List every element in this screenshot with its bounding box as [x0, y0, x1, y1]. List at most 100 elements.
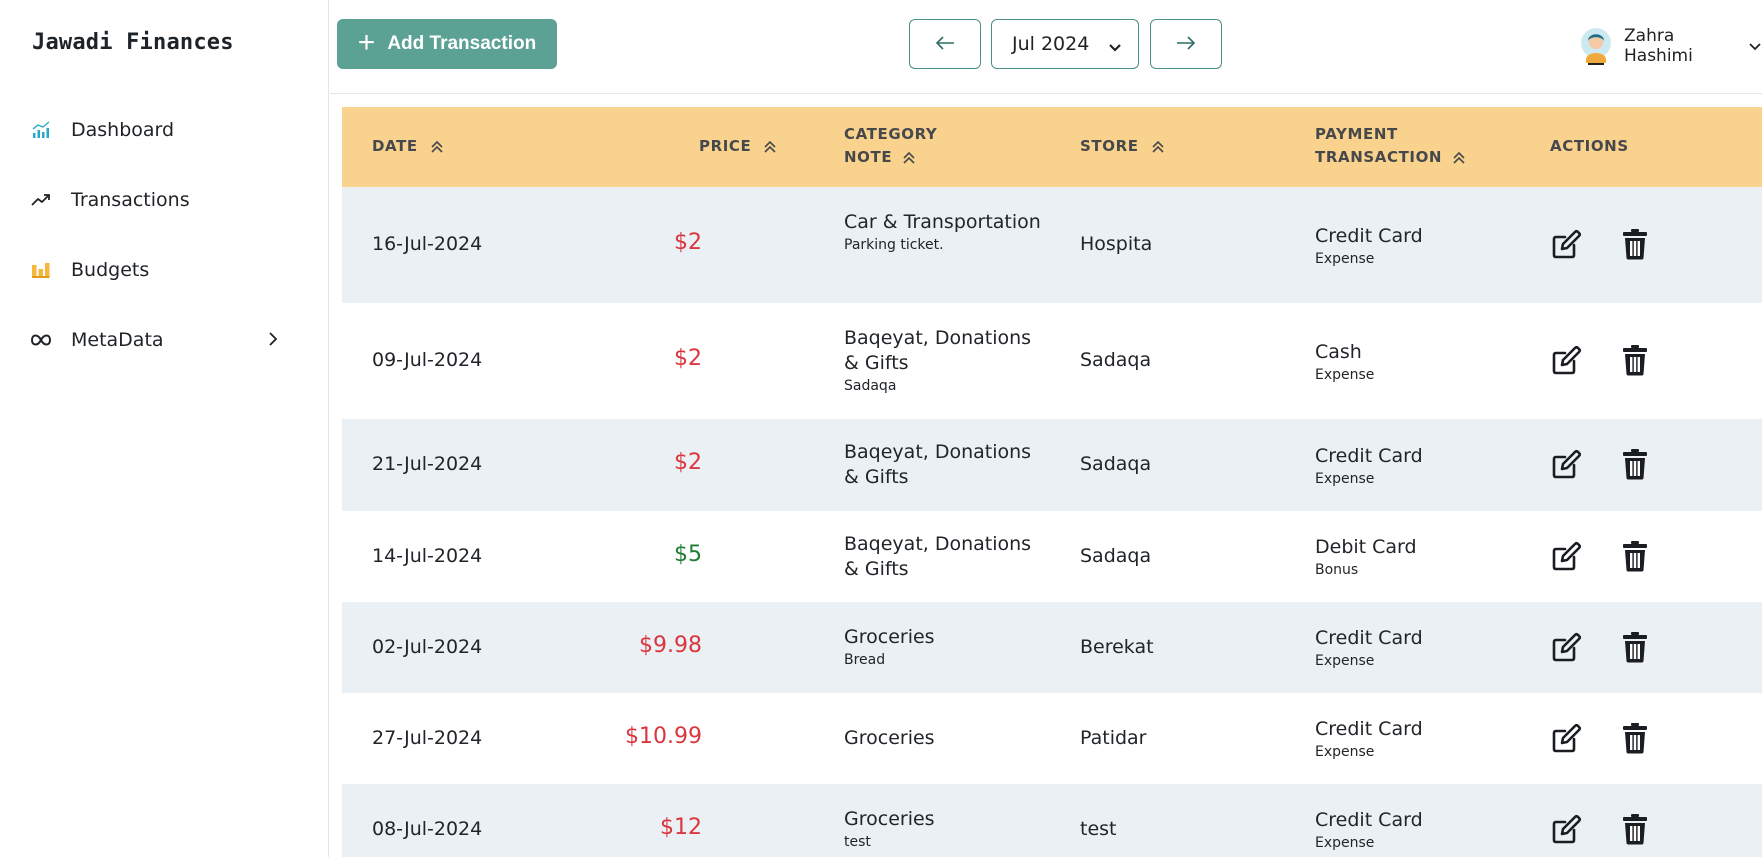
add-transaction-button[interactable]: + Add Transaction [337, 19, 557, 69]
category-name: Baqeyat, Donations & Gifts [844, 327, 1032, 374]
edit-button[interactable] [1550, 631, 1584, 665]
trash-icon [1622, 813, 1648, 849]
payment-method: Debit Card [1315, 536, 1417, 558]
previous-month-button[interactable] [909, 19, 981, 69]
trash-icon [1622, 229, 1648, 264]
column-header-store[interactable]: STORE [1080, 135, 1165, 158]
store-cell: Sadaqa [1080, 453, 1152, 475]
date-cell: 14-Jul-2024 [372, 544, 483, 567]
brand-title: Jawadi Finances [32, 30, 234, 55]
price-cell: $12 [660, 814, 702, 840]
category-note: test [844, 834, 871, 850]
column-label: CATEGORY [844, 125, 938, 143]
meta-infinity-icon [30, 329, 52, 351]
table-row: 27-Jul-2024 $10.99 Groceries Patidar Credit … [342, 693, 1762, 784]
category-name: Groceries [844, 727, 935, 749]
price-cell: $2 [674, 346, 702, 371]
user-name: Zahra Hashimi [1624, 26, 1693, 66]
edit-button[interactable] [1550, 722, 1584, 756]
sidebar-item-dashboard[interactable]: Dashboard [30, 115, 290, 145]
month-select[interactable]: Jul 2024 [991, 19, 1139, 69]
column-label: PRICE [699, 137, 752, 155]
sidebar-item-budgets[interactable]: Budgets [30, 255, 290, 285]
category-cell: Baqeyat, Donations & Gifts [844, 532, 1044, 582]
sort-icon [430, 140, 444, 153]
sidebar-item-label: Transactions [71, 189, 190, 211]
delete-button[interactable] [1622, 631, 1652, 665]
sidebar-item-metadata[interactable]: MetaData [30, 325, 290, 355]
column-label: DATE [372, 137, 418, 155]
trash-icon [1622, 722, 1648, 758]
sidebar-item-label: Budgets [71, 259, 150, 281]
store-cell: test [1080, 817, 1117, 840]
transactions-table: DATE PRICE CATEGORY NOTE STORE PAYMENT T… [342, 107, 1762, 857]
payment-method: Credit Card [1315, 444, 1423, 467]
transaction-type: Expense [1315, 250, 1375, 267]
table-row: 09-Jul-2024 $2 Baqeyat, Donations & Gifts S… [342, 303, 1762, 419]
category-name: Car & Transportation [844, 211, 1041, 233]
category-cell: Groceries test [844, 807, 1044, 850]
table-row: 02-Jul-2024 $9.98 Groceries Bread Berekat Cre… [342, 602, 1762, 693]
trend-up-icon [30, 189, 52, 211]
category-cell: Car & Transportation Parking ticket. [844, 210, 1044, 253]
payment-method: Credit Card [1315, 224, 1423, 247]
edit-button[interactable] [1550, 540, 1584, 574]
category-cell: Baqeyat, Donations & Gifts [844, 440, 1044, 490]
selected-month: Jul 2024 [1012, 33, 1090, 55]
date-cell: 27-Jul-2024 [372, 726, 483, 749]
store-cell: Sadaqa [1080, 349, 1152, 371]
edit-icon [1550, 229, 1582, 264]
transaction-type: Expense [1315, 366, 1375, 383]
edit-button[interactable] [1550, 344, 1584, 378]
category-name: Groceries [844, 626, 935, 648]
date-cell: 08-Jul-2024 [372, 817, 483, 840]
sidebar-item-label: Dashboard [71, 119, 175, 141]
delete-button[interactable] [1622, 448, 1652, 482]
arrow-left-icon [934, 35, 956, 54]
column-header-price[interactable]: PRICE [699, 135, 777, 158]
delete-button[interactable] [1622, 228, 1652, 262]
payment-cell: Debit Card Bonus [1315, 535, 1417, 578]
payment-cell: Credit Card Expense [1315, 224, 1423, 267]
edit-button[interactable] [1550, 448, 1584, 482]
avatar [1580, 27, 1612, 65]
sidebar-item-transactions[interactable]: Transactions [30, 185, 290, 215]
plus-icon: + [357, 25, 376, 59]
trash-icon [1622, 345, 1648, 380]
column-header-date[interactable]: DATE [372, 135, 444, 158]
user-menu[interactable]: Zahra Hashimi [1580, 26, 1762, 66]
date-cell: 21-Jul-2024 [372, 453, 483, 475]
edit-icon [1550, 449, 1582, 484]
date-cell: 09-Jul-2024 [372, 349, 483, 371]
column-header-payment[interactable]: PAYMENT TRANSACTION [1315, 123, 1466, 169]
category-note: Parking ticket. [844, 237, 944, 253]
category-name: Baqeyat, Donations & Gifts [844, 441, 1032, 488]
chart-bar-icon [30, 119, 52, 141]
next-month-button[interactable] [1150, 19, 1222, 69]
category-note: Sadaqa [844, 378, 897, 394]
column-header-actions: ACTIONS [1550, 135, 1629, 158]
sort-icon [763, 140, 777, 153]
category-note: Bread [844, 652, 886, 668]
edit-icon [1550, 632, 1582, 667]
transaction-type: Expense [1315, 744, 1375, 760]
column-header-category[interactable]: CATEGORY NOTE [844, 123, 937, 169]
trash-icon [1622, 631, 1648, 667]
top-header: + Add Transaction Jul 2024 Zahra Hashimi [330, 0, 1762, 94]
category-name: Baqeyat, Donations & Gifts [844, 532, 1032, 580]
transaction-type: Expense [1315, 835, 1375, 851]
delete-button[interactable] [1622, 344, 1652, 378]
chevron-down-icon [1748, 37, 1762, 56]
edit-icon [1550, 345, 1582, 380]
sort-icon [1151, 140, 1165, 153]
edit-button[interactable] [1550, 228, 1584, 262]
edit-button[interactable] [1550, 813, 1584, 847]
trash-icon [1622, 540, 1648, 576]
sidebar: Jawadi Finances Dashboard Transactions B… [0, 0, 329, 857]
delete-button[interactable] [1622, 813, 1652, 847]
delete-button[interactable] [1622, 540, 1652, 574]
date-cell: 16-Jul-2024 [372, 233, 483, 255]
delete-button[interactable] [1622, 722, 1652, 756]
table-row: 21-Jul-2024 $2 Baqeyat, Donations & Gifts S… [342, 419, 1762, 511]
transaction-type: Expense [1315, 653, 1375, 669]
